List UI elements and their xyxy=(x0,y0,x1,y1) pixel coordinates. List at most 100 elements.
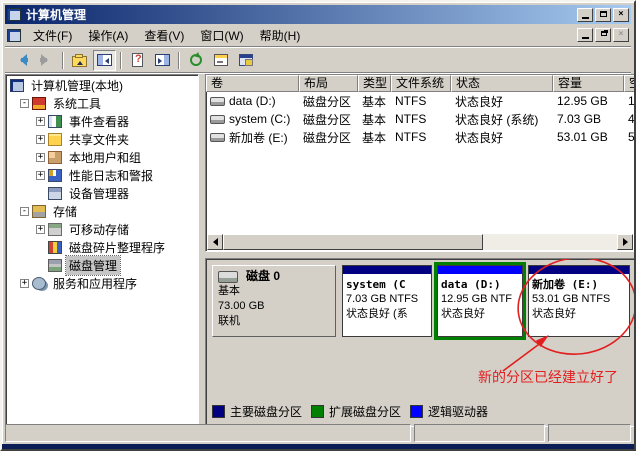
folder-up-icon xyxy=(72,56,87,67)
horizontal-scrollbar[interactable] xyxy=(207,234,633,250)
partition-title: 新加卷 (E:) xyxy=(532,277,626,292)
tree-item-computer-management[interactable]: 计算机管理(本地) xyxy=(6,76,198,94)
bottom-edge xyxy=(2,444,634,449)
forward-icon xyxy=(39,54,54,66)
child-minimize-button[interactable] xyxy=(577,28,593,42)
menu-action[interactable]: 操作(A) xyxy=(80,24,136,47)
tree-item-shared-folders[interactable]: + 共享文件夹 xyxy=(6,130,198,148)
volume-list-panel: 卷 布局 类型 文件系统 状态 容量 空 data (D:) 磁盘分区 基本 N… xyxy=(205,74,635,252)
child-restore-button[interactable] xyxy=(595,28,611,42)
tree-item-disk-defragmenter[interactable]: 磁盘碎片整理程序 xyxy=(6,238,198,256)
forward-button xyxy=(35,50,58,71)
scrollbar-thumb[interactable] xyxy=(223,234,483,250)
collapse-toggle[interactable]: - xyxy=(20,207,29,216)
primary-partition-band xyxy=(343,266,431,276)
tree-item-event-viewer[interactable]: + 事件查看器 xyxy=(6,112,198,130)
export-list-icon xyxy=(214,54,228,66)
scroll-left-button[interactable] xyxy=(207,234,223,250)
up-one-level-button[interactable] xyxy=(68,50,91,71)
disk0-label-box[interactable]: 磁盘 0 基本 73.00 GB 联机 xyxy=(212,265,336,337)
drive-icon xyxy=(210,133,225,142)
partition-new-volume-e[interactable]: 新加卷 (E:) 53.01 GB NTFS 状态良好 xyxy=(528,265,630,337)
maximize-button[interactable] xyxy=(595,8,611,22)
tree-item-local-users-groups[interactable]: + 本地用户和组 xyxy=(6,148,198,166)
tree-item-system-tools[interactable]: - 系统工具 xyxy=(6,94,198,112)
expand-toggle[interactable]: + xyxy=(36,171,45,180)
scrollbar-track[interactable] xyxy=(223,234,617,250)
volume-capacity: 12.95 GB xyxy=(553,94,624,108)
menu-help[interactable]: 帮助(H) xyxy=(252,24,309,47)
legend-label: 逻辑驱动器 xyxy=(428,403,488,420)
col-header-volume[interactable]: 卷 xyxy=(206,75,299,92)
expand-toggle[interactable]: + xyxy=(36,135,45,144)
volume-table-header: 卷 布局 类型 文件系统 状态 容量 空 xyxy=(206,75,635,92)
partition-title: system (C xyxy=(346,277,428,292)
partition-size: 12.95 GB NTF xyxy=(441,292,519,307)
disk-status: 联机 xyxy=(218,314,330,329)
tree-item-storage[interactable]: - 存储 xyxy=(6,202,198,220)
hard-disk-icon xyxy=(218,271,238,283)
computer-management-icon xyxy=(7,8,21,21)
disk-size: 73.00 GB xyxy=(218,299,330,314)
console-window-icon[interactable] xyxy=(7,29,21,42)
properties-help-button[interactable] xyxy=(126,50,149,71)
partition-data-d[interactable]: data (D:) 12.95 GB NTF 状态良好 xyxy=(437,265,523,337)
col-header-capacity[interactable]: 容量 xyxy=(553,75,624,92)
minimize-button[interactable] xyxy=(577,8,593,22)
expand-toggle[interactable]: + xyxy=(36,117,45,126)
logical-drive-legend-swatch xyxy=(410,405,423,418)
annotation-text: 新的分区已经建立好了 xyxy=(478,367,618,387)
refresh-button[interactable] xyxy=(184,50,207,71)
child-close-button-disabled: × xyxy=(613,28,629,42)
volume-status: 状态良好 xyxy=(451,129,553,146)
show-console-tree-button[interactable] xyxy=(93,50,116,71)
col-header-layout[interactable]: 布局 xyxy=(299,75,358,92)
expand-toggle[interactable]: + xyxy=(36,153,45,162)
show-action-pane-button[interactable] xyxy=(151,50,174,71)
titlebar[interactable]: 计算机管理 × xyxy=(5,5,631,24)
volume-type: 基本 xyxy=(358,93,391,110)
volume-row-new-volume-e[interactable]: 新加卷 (E:) 磁盘分区 基本 NTFS 状态良好 53.01 GB 52 xyxy=(206,128,635,146)
tree-item-label: 可移动存储 xyxy=(66,220,132,239)
tree-item-label: 服务和应用程序 xyxy=(50,274,140,293)
menu-file[interactable]: 文件(F) xyxy=(25,24,80,47)
col-header-free-space[interactable]: 空 xyxy=(624,75,635,92)
tree-item-disk-management[interactable]: 磁盘管理 xyxy=(6,256,198,274)
scroll-right-button[interactable] xyxy=(617,234,633,250)
tree-item-services-applications[interactable]: + 服务和应用程序 xyxy=(6,274,198,292)
col-header-filesystem[interactable]: 文件系统 xyxy=(391,75,451,92)
menu-view[interactable]: 查看(V) xyxy=(136,24,192,47)
computer-management-window: 计算机管理 × 文件(F) 操作(A) 查看(V) 窗口(W) 帮助(H) × xyxy=(0,0,636,451)
drive-icon xyxy=(210,115,225,124)
back-button[interactable] xyxy=(10,50,33,71)
disk-defragmenter-icon xyxy=(48,241,62,254)
volume-row-data-d[interactable]: data (D:) 磁盘分区 基本 NTFS 状态良好 12.95 GB 12 xyxy=(206,92,635,110)
expand-toggle[interactable]: + xyxy=(20,279,29,288)
tree-item-device-manager[interactable]: 设备管理器 xyxy=(6,184,198,202)
close-button[interactable]: × xyxy=(613,8,629,22)
refresh-icon xyxy=(190,54,202,66)
tree-item-label: 磁盘管理 xyxy=(66,256,120,275)
export-list-button[interactable] xyxy=(209,50,232,71)
shared-folders-icon xyxy=(48,133,62,146)
volume-status: 状态良好 xyxy=(451,93,553,110)
volume-name: 新加卷 (E:) xyxy=(229,129,288,146)
volume-row-system-c[interactable]: system (C:) 磁盘分区 基本 NTFS 状态良好 (系统) 7.03 … xyxy=(206,110,635,128)
logical-drive-band xyxy=(438,266,522,276)
action-pane-icon xyxy=(155,54,170,66)
menu-window[interactable]: 窗口(W) xyxy=(192,24,251,47)
tree-item-label: 设备管理器 xyxy=(66,184,132,203)
collapse-toggle[interactable]: - xyxy=(20,99,29,108)
col-header-type[interactable]: 类型 xyxy=(358,75,391,92)
col-header-status[interactable]: 状态 xyxy=(451,75,553,92)
help-button[interactable] xyxy=(234,50,257,71)
expand-toggle[interactable]: + xyxy=(36,225,45,234)
tree-item-label: 共享文件夹 xyxy=(66,130,132,149)
partition-system-c[interactable]: system (C 7.03 GB NTFS 状态良好 (系 xyxy=(342,265,432,337)
tree-item-label: 存储 xyxy=(50,202,80,221)
tree-item-removable-storage[interactable]: + 可移动存储 xyxy=(6,220,198,238)
volume-free-space: 52 xyxy=(624,130,635,144)
toolbar-separator xyxy=(120,52,122,69)
tree-item-performance-logs[interactable]: + 性能日志和警报 xyxy=(6,166,198,184)
primary-partition-legend-swatch xyxy=(212,405,225,418)
